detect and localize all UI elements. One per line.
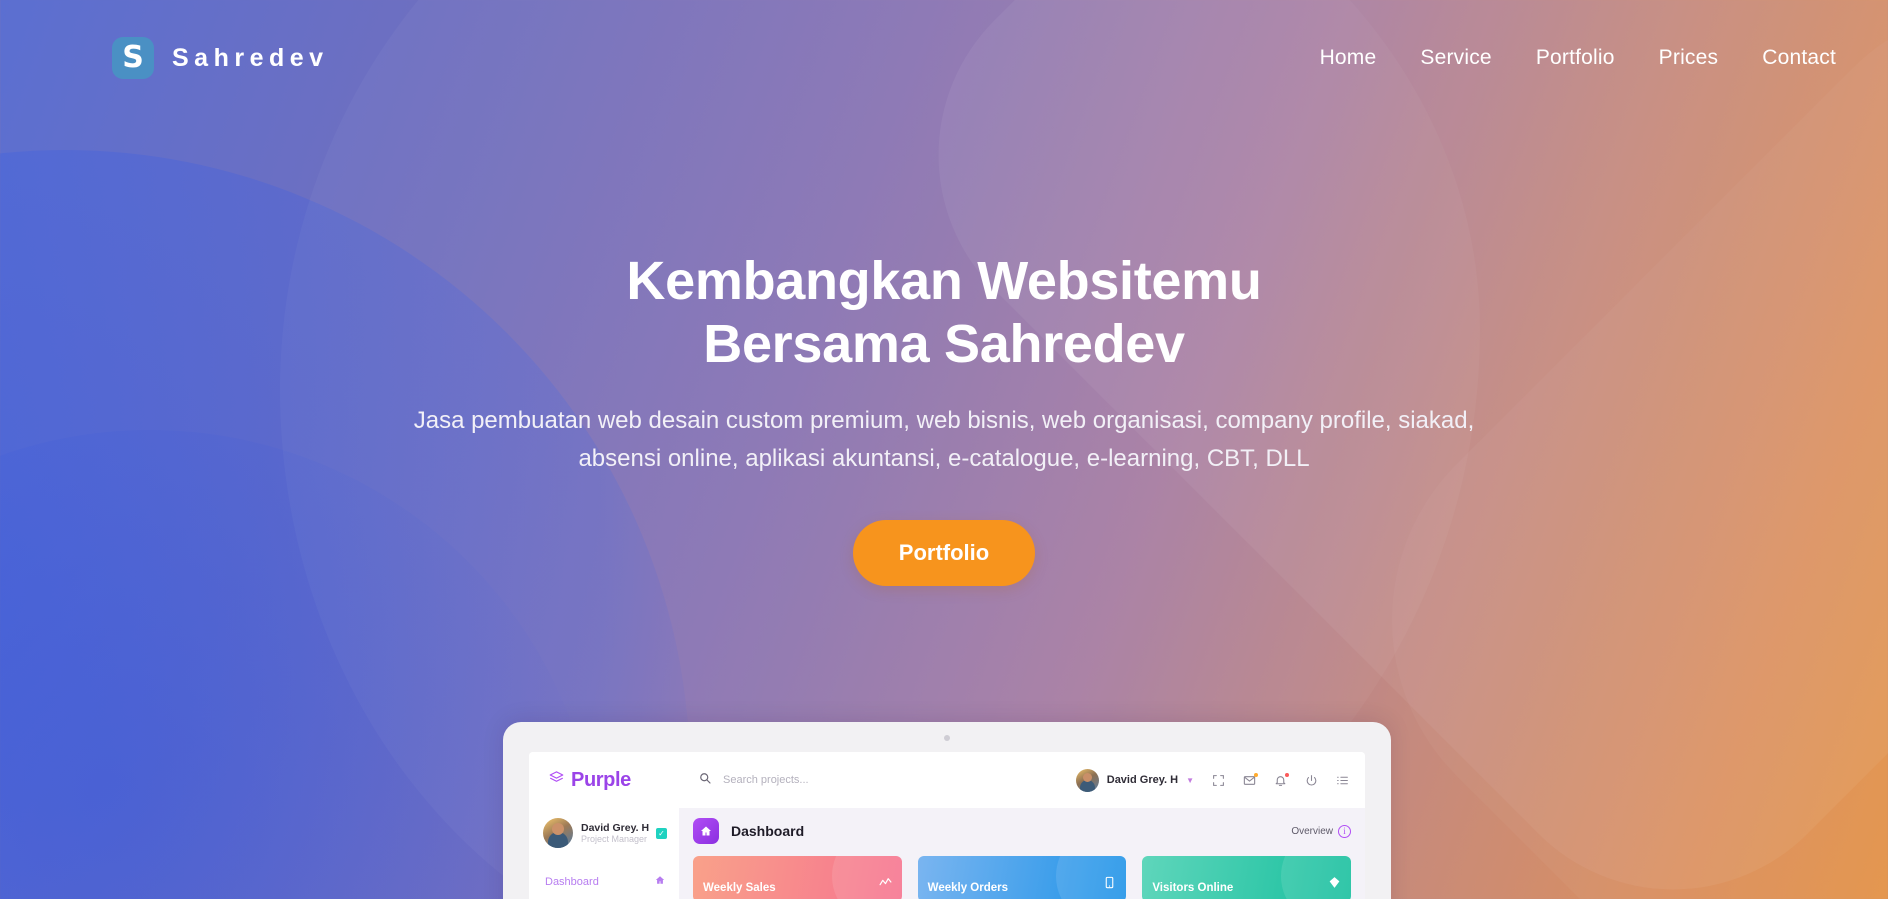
bell-icon[interactable] (1274, 772, 1289, 787)
topbar-actions: David Grey. H ▼ (1075, 768, 1349, 792)
dashboard-header-row: Dashboard Overview i (693, 818, 1351, 844)
laptop-screen: Purple Search projects... David Grey. H … (529, 752, 1365, 899)
avatar (543, 818, 573, 848)
dashboard-brand-name: Purple (571, 768, 631, 791)
hero-title: Kembangkan Websitemu Bersama Sahredev (0, 250, 1888, 376)
sidebar-user-card[interactable]: David Grey. H Project Manager ✓ (529, 818, 679, 848)
topbar-user-name: David Grey. H (1106, 774, 1179, 786)
card-title: Weekly Sales (703, 882, 776, 894)
site-header: S Sahredev Home Service Portfolio Prices… (0, 0, 1888, 116)
topbar-user-menu[interactable]: David Grey. H ▼ (1075, 768, 1194, 792)
avatar (1075, 768, 1099, 792)
nav-item-portfolio[interactable]: Portfolio (1536, 46, 1615, 70)
card-title: Visitors Online (1152, 882, 1234, 894)
dashboard-main: Dashboard Overview i Weekly Sales Weekly… (679, 808, 1365, 899)
sidebar-nav: Dashboard (529, 870, 679, 893)
nav-item-home[interactable]: Home (1320, 46, 1377, 70)
brand-logo[interactable]: S Sahredev (112, 37, 329, 79)
hero-title-line-1: Kembangkan Websitemu (626, 251, 1262, 311)
mail-icon[interactable] (1243, 772, 1258, 787)
chevron-down-icon: ▼ (1186, 775, 1194, 785)
info-icon: i (1338, 824, 1351, 838)
layers-icon (549, 770, 564, 790)
stat-cards: Weekly Sales Weekly Orders Visitors Onli… (693, 856, 1352, 899)
sidebar-item-dashboard[interactable]: Dashboard (529, 870, 679, 893)
nav-item-service[interactable]: Service (1420, 46, 1491, 70)
bell-badge-dot (1285, 772, 1289, 777)
power-icon[interactable] (1305, 774, 1318, 787)
sidebar-item-label: Dashboard (545, 875, 599, 888)
dashboard-page-title: Dashboard (731, 823, 805, 839)
search-box[interactable]: Search projects... (699, 771, 1076, 789)
list-icon[interactable] (1336, 774, 1349, 787)
home-tile-icon (693, 818, 719, 844)
card-visitors-online[interactable]: Visitors Online (1142, 856, 1352, 899)
hero-title-line-2: Bersama Sahredev (703, 314, 1185, 375)
logo-mark-icon: S (112, 37, 154, 79)
nav-item-prices[interactable]: Prices (1659, 46, 1719, 70)
tablet-icon (1103, 876, 1116, 894)
main-navigation: Home Service Portfolio Prices Contact (1320, 46, 1836, 70)
overview-label: Overview (1291, 825, 1333, 837)
sidebar-user-name: David Grey. H (581, 822, 650, 834)
mail-badge-dot (1254, 772, 1258, 777)
hero-section: Kembangkan Websitemu Bersama Sahredev Ja… (0, 250, 1888, 586)
card-title: Weekly Orders (927, 882, 1009, 894)
card-weekly-sales[interactable]: Weekly Sales (693, 856, 902, 899)
card-weekly-orders[interactable]: Weekly Orders (917, 856, 1127, 899)
search-icon (699, 771, 711, 789)
hero-subtitle: Jasa pembuatan web desain custom premium… (413, 407, 1475, 473)
brand-name: Sahredev (172, 43, 329, 72)
dashboard-topbar: Purple Search projects... David Grey. H … (529, 752, 1365, 808)
search-input[interactable]: Search projects... (723, 774, 809, 786)
hero-cta-wrap: Portfolio (0, 519, 1888, 586)
sidebar-user-role: Project Manager (581, 834, 648, 844)
laptop-camera-icon (944, 735, 950, 741)
home-icon (655, 875, 665, 888)
laptop-mockup: Purple Search projects... David Grey. H … (503, 722, 1391, 899)
chart-icon (879, 876, 892, 894)
fullscreen-icon[interactable] (1212, 774, 1225, 787)
dashboard-sidebar: David Grey. H Project Manager ✓ Dashboar… (529, 808, 679, 899)
dashboard-body: David Grey. H Project Manager ✓ Dashboar… (529, 808, 1365, 899)
diamond-icon (1328, 876, 1341, 894)
nav-item-contact[interactable]: Contact (1762, 46, 1836, 70)
overview-control[interactable]: Overview i (1291, 824, 1351, 838)
sidebar-user-text: David Grey. H Project Manager (581, 822, 650, 844)
portfolio-button[interactable]: Portfolio (852, 519, 1036, 586)
dashboard-brand[interactable]: Purple (549, 769, 699, 792)
verified-check-icon: ✓ (656, 827, 667, 839)
